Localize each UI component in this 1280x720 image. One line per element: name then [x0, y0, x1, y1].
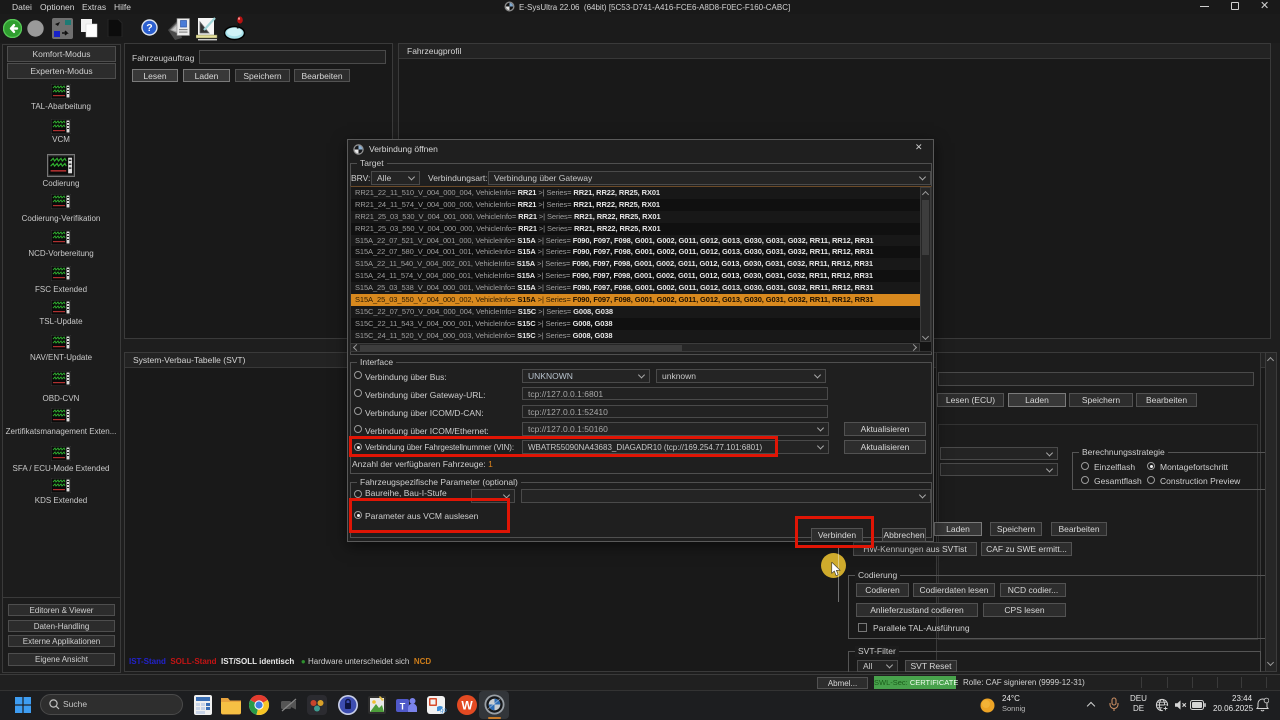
svg-text:?: ? — [146, 22, 152, 34]
svg-text:T: T — [400, 702, 406, 712]
svg-text:go: go — [440, 708, 447, 714]
svg-text:W: W — [461, 699, 473, 713]
